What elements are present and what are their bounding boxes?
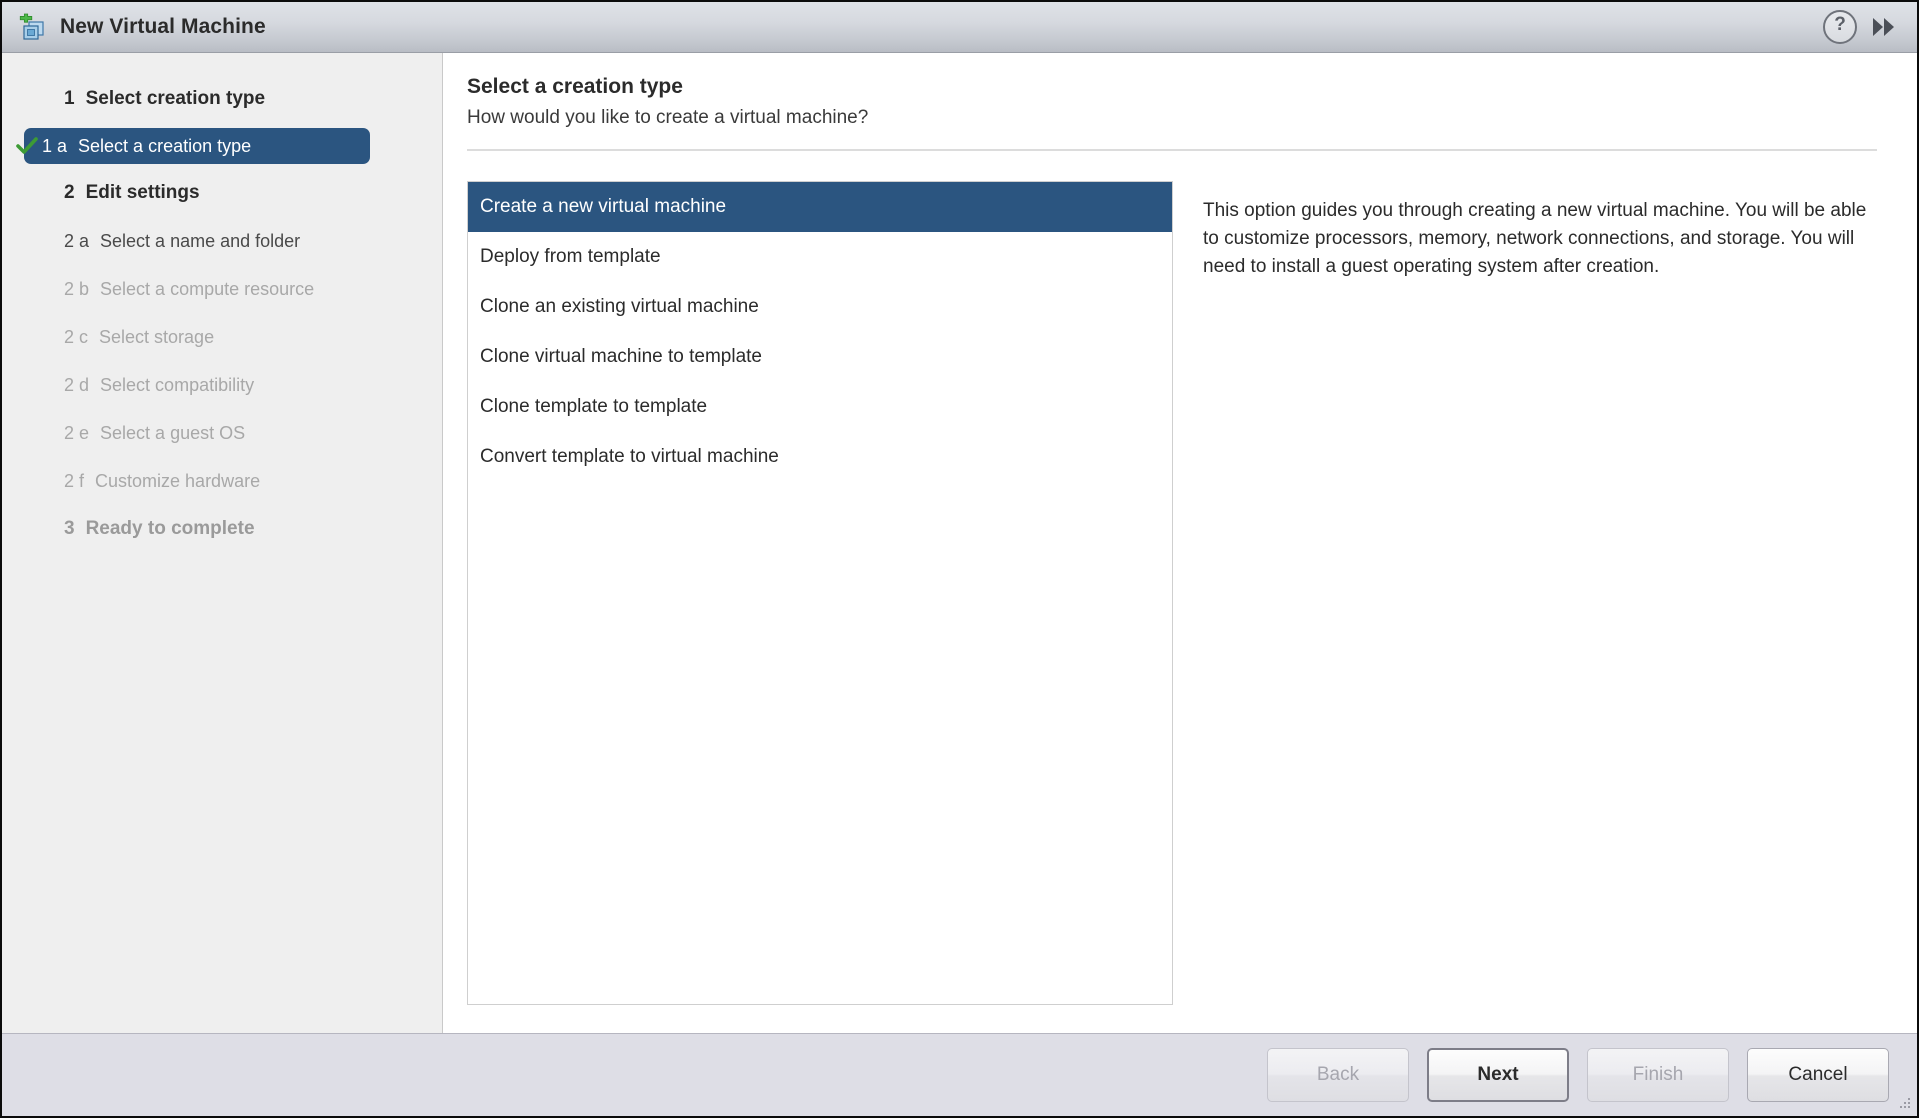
sidebar-item-body: 2 a Select a name and folder (46, 223, 316, 259)
sidebar-item-label: Customize hardware (95, 471, 260, 492)
sidebar-item-label: Select a compute resource (100, 279, 314, 300)
sidebar-item-body: 2 b Select a compute resource (46, 271, 330, 307)
double-chevron-right-icon[interactable] (1871, 15, 1897, 39)
titlebar-actions: ? (1823, 10, 1903, 44)
sidebar-item-body: 1 Select creation type (46, 81, 281, 117)
sidebar-item-label: Edit settings (86, 182, 200, 204)
sidebar-item-customize-hardware: 2 f Customize hardware (2, 457, 442, 505)
sidebar-item-edit-settings[interactable]: 2 Edit settings (2, 169, 442, 217)
wizard-step-sidebar: 1 Select creation type 1 a Select a creatio… (2, 53, 443, 1033)
sidebar-item-label: Select creation type (86, 88, 266, 110)
creation-type-options: Create a new virtual machineDeploy from … (468, 182, 1172, 482)
sidebar-item-number: 1 (64, 88, 75, 110)
dialog-titlebar: New Virtual Machine ? (2, 2, 1917, 53)
description-pane: This option guides you through creating … (1199, 181, 1877, 1005)
creation-type-option[interactable]: Deploy from template (468, 232, 1172, 282)
creation-type-option[interactable]: Convert template to virtual machine (468, 432, 1172, 482)
sidebar-item-select-storage: 2 c Select storage (2, 313, 442, 361)
creation-type-option[interactable]: Clone an existing virtual machine (468, 282, 1172, 332)
sidebar-item-body: 2 d Select compatibility (46, 367, 270, 403)
help-icon[interactable]: ? (1823, 10, 1857, 44)
sidebar-item-number: 2 a (64, 231, 89, 252)
sidebar-item-selected-pill: 1 a Select a creation type (24, 128, 370, 164)
header-divider (467, 149, 1877, 151)
selection-panes: Create a new virtual machineDeploy from … (467, 181, 1877, 1033)
sidebar-item-number: 2 d (64, 375, 89, 396)
creation-type-option[interactable]: Create a new virtual machine (468, 182, 1172, 232)
back-button: Back (1267, 1048, 1409, 1102)
step-complete-check-icon (16, 135, 38, 157)
creation-type-option[interactable]: Clone virtual machine to template (468, 332, 1172, 382)
finish-button: Finish (1587, 1048, 1729, 1102)
footer-button-row: Back Next Finish Cancel (1267, 1048, 1889, 1102)
wizard-content-pane: Select a creation type How would you lik… (443, 53, 1917, 1033)
sidebar-item-number: 2 (64, 182, 75, 204)
wizard-step-list: 1 Select creation type 1 a Select a creatio… (2, 75, 442, 553)
sidebar-item-select-creation-type[interactable]: 1 Select creation type (2, 75, 442, 123)
description-text: This option guides you through creating … (1203, 197, 1877, 281)
resize-grip-icon[interactable] (1896, 1096, 1912, 1112)
new-virtual-machine-icon (18, 13, 48, 41)
creation-type-listbox[interactable]: Create a new virtual machineDeploy from … (467, 181, 1173, 1005)
sidebar-item-select-a-creation-type[interactable]: 1 a Select a creation type (2, 123, 442, 169)
creation-type-option[interactable]: Clone template to template (468, 382, 1172, 432)
sidebar-item-label: Select storage (99, 327, 214, 348)
sidebar-item-number: 2 b (64, 279, 89, 300)
sidebar-item-label: Select a guest OS (100, 423, 245, 444)
sidebar-item-number: 1 a (42, 136, 67, 157)
sidebar-item-label: Select a name and folder (100, 231, 300, 252)
sidebar-item-body: 2 f Customize hardware (46, 463, 276, 499)
sidebar-item-body: 2 Edit settings (46, 175, 216, 211)
sidebar-item-body: 2 c Select storage (46, 319, 230, 355)
sidebar-item-label: Select compatibility (100, 375, 254, 396)
cancel-button[interactable]: Cancel (1747, 1048, 1889, 1102)
sidebar-item-select-a-guest-os: 2 e Select a guest OS (2, 409, 442, 457)
sidebar-item-number: 2 c (64, 327, 88, 348)
sidebar-item-body: 3 Ready to complete (46, 511, 271, 547)
sidebar-item-label: Select a creation type (78, 136, 251, 157)
dialog-footer: Back Next Finish Cancel (2, 1033, 1917, 1116)
sidebar-item-select-a-compute-resource: 2 b Select a compute resource (2, 265, 442, 313)
sidebar-item-ready-to-complete: 3 Ready to complete (2, 505, 442, 553)
page-subtitle: How would you like to create a virtual m… (467, 108, 1877, 129)
dialog-title: New Virtual Machine (60, 15, 266, 39)
next-button[interactable]: Next (1427, 1048, 1569, 1102)
sidebar-item-label: Ready to complete (86, 518, 255, 540)
sidebar-item-number: 2 e (64, 423, 89, 444)
new-virtual-machine-dialog: New Virtual Machine ? 1 Select creation t… (0, 0, 1919, 1118)
sidebar-item-number: 3 (64, 518, 75, 540)
sidebar-item-select-compatibility: 2 d Select compatibility (2, 361, 442, 409)
sidebar-item-number: 2 f (64, 471, 84, 492)
page-title: Select a creation type (467, 75, 1877, 98)
sidebar-item-select-a-name-and-folder[interactable]: 2 a Select a name and folder (2, 217, 442, 265)
sidebar-item-body: 2 e Select a guest OS (46, 415, 261, 451)
dialog-body: 1 Select creation type 1 a Select a creatio… (2, 53, 1917, 1033)
